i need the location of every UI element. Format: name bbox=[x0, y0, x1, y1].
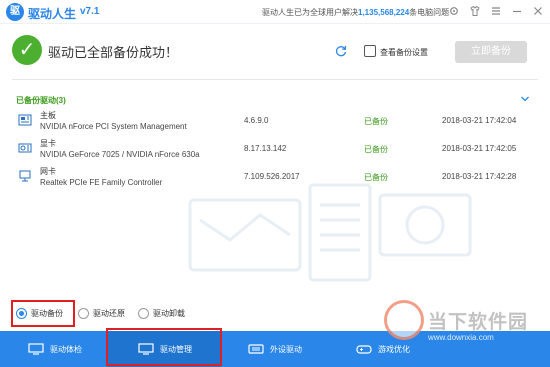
background-illustration bbox=[188, 183, 472, 282]
radio-label: 驱动卸载 bbox=[153, 309, 185, 318]
driver-name: Realtek PCIe FE Family Controller bbox=[40, 178, 163, 187]
backed-up-drivers-group-title[interactable]: 已备份驱动(3) bbox=[16, 95, 66, 106]
nav-item-driver-check[interactable]: 驱动体检 bbox=[28, 331, 82, 367]
monitor-check-icon bbox=[28, 343, 44, 355]
close-icon[interactable] bbox=[532, 5, 544, 17]
watermark-text: 当下软件园 bbox=[428, 312, 529, 333]
nav-label: 驱动体检 bbox=[50, 344, 82, 354]
driver-status: 已备份 bbox=[364, 117, 388, 126]
driver-date: 2018-03-21 17:42:05 bbox=[442, 144, 517, 153]
radio-circle[interactable] bbox=[138, 308, 149, 319]
driver-row: 显卡 NVIDIA GeForce 7025 / NVIDIA nForce 6… bbox=[0, 138, 550, 164]
nav-item-peripheral-driver[interactable]: 外设驱动 bbox=[248, 331, 302, 367]
network-card-icon bbox=[19, 170, 31, 182]
notice-count: 1,135,568,224 bbox=[358, 8, 410, 17]
backup-now-button[interactable]: 立即备份 bbox=[455, 41, 527, 63]
app-logo-icon: 驱 bbox=[6, 3, 24, 21]
section-divider bbox=[12, 79, 538, 80]
watermark-logo-icon bbox=[384, 300, 424, 340]
driver-date: 2018-03-21 17:42:04 bbox=[442, 116, 517, 125]
radio-driver-restore[interactable]: 驱动还原 bbox=[78, 308, 125, 319]
window-controls bbox=[448, 5, 544, 17]
watermark-url: www.downxia.com bbox=[428, 333, 494, 342]
graphics-card-icon bbox=[18, 143, 32, 153]
title-bar: 驱 驱动人生 v7.1 驱动人生已为全球用户解决1,135,568,224条电脑… bbox=[0, 0, 550, 24]
app-version: v7.1 bbox=[80, 6, 100, 17]
success-check-icon: ✓ bbox=[12, 35, 42, 65]
game-icon bbox=[356, 345, 372, 354]
chevron-down-icon[interactable] bbox=[520, 94, 530, 104]
driver-name: NVIDIA GeForce 7025 / NVIDIA nForce 630a bbox=[40, 150, 200, 159]
highlight-box bbox=[106, 328, 222, 366]
refresh-icon[interactable] bbox=[334, 44, 348, 58]
settings-icon[interactable] bbox=[448, 5, 460, 17]
driver-row: 主板 NVIDIA nForce PCI System Management 4… bbox=[0, 110, 550, 136]
motherboard-icon bbox=[18, 114, 32, 126]
app-title: 驱动人生 bbox=[28, 7, 77, 21]
driver-version: 4.6.9.0 bbox=[244, 116, 269, 125]
driver-name: NVIDIA nForce PCI System Management bbox=[40, 122, 187, 131]
notice-suffix: 条电脑问题 bbox=[409, 8, 450, 17]
driver-version: 8.17.13.142 bbox=[244, 144, 287, 153]
skin-icon[interactable] bbox=[469, 5, 481, 17]
nav-label: 游戏优化 bbox=[378, 344, 410, 354]
view-backup-settings-icon[interactable] bbox=[364, 45, 376, 57]
minimize-icon[interactable] bbox=[511, 5, 523, 17]
driver-category: 网卡 bbox=[40, 167, 56, 176]
driver-status: 已备份 bbox=[364, 145, 388, 154]
user-count-notice: 驱动人生已为全球用户解决1,135,568,224条电脑问题 bbox=[262, 7, 449, 18]
view-backup-settings-link[interactable]: 查看备份设置 bbox=[380, 47, 428, 58]
nav-label: 外设驱动 bbox=[270, 344, 302, 354]
menu-icon[interactable] bbox=[490, 5, 502, 17]
success-message: 驱动已全部备份成功！ bbox=[48, 45, 179, 60]
radio-driver-uninstall[interactable]: 驱动卸载 bbox=[138, 308, 185, 319]
driver-category: 显卡 bbox=[40, 139, 56, 148]
highlight-box bbox=[11, 300, 75, 327]
notice-prefix: 驱动人生已为全球用户解决 bbox=[262, 8, 358, 17]
peripheral-icon bbox=[248, 344, 264, 354]
driver-category: 主板 bbox=[40, 111, 56, 120]
radio-circle[interactable] bbox=[78, 308, 89, 319]
radio-label: 驱动还原 bbox=[93, 309, 125, 318]
